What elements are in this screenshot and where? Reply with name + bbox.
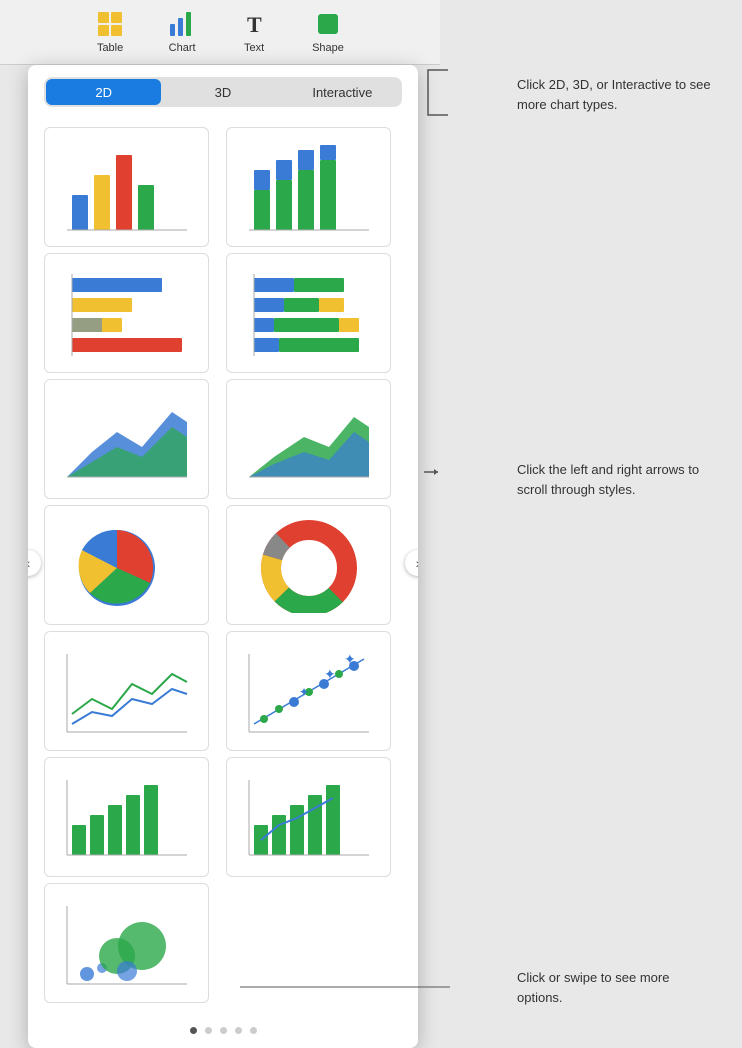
toolbar-chart[interactable]: Chart [156, 4, 208, 60]
bar-line-combo-icon [244, 770, 374, 865]
annotation-mid-text: Click the left and right arrows to scrol… [517, 460, 712, 499]
toolbar-table[interactable]: Table [84, 4, 136, 60]
line-chart-icon [62, 644, 192, 739]
shape-icon [314, 10, 342, 38]
dot-2[interactable] [205, 1027, 212, 1034]
dot-1[interactable] [190, 1027, 197, 1034]
toolbar-text[interactable]: T Text [228, 4, 280, 60]
toolbar-chart-label: Chart [169, 42, 196, 54]
stacked-bar-icon [244, 140, 374, 235]
donut-chart-icon [244, 518, 374, 613]
chart-line[interactable] [44, 631, 209, 751]
chart-donut[interactable] [226, 505, 391, 625]
toolbar-shape[interactable]: Shape [300, 4, 356, 60]
segment-3d[interactable]: 3D [165, 79, 280, 105]
chart-stacked-bar[interactable] [226, 127, 391, 247]
chart-type-grid: ✦ ✦ ✦ [28, 119, 418, 1019]
scatter-chart-icon: ✦ ✦ ✦ [244, 644, 374, 739]
mid-bracket [420, 460, 440, 485]
chart-bar-trend[interactable] [44, 757, 209, 877]
chart-bubble[interactable] [44, 883, 209, 1003]
svg-text:✦: ✦ [299, 685, 309, 699]
area-chart-icon [62, 392, 192, 487]
top-bracket [420, 65, 450, 120]
area-chart-2-icon [244, 392, 374, 487]
table-icon [96, 10, 124, 38]
svg-text:✦: ✦ [324, 666, 336, 682]
horizontal-bar-icon [62, 266, 192, 361]
dot-3[interactable] [220, 1027, 227, 1034]
annotation-bottom-text: Click or swipe to see more options. [517, 968, 712, 1007]
chart-type-segment: 2D 3D Interactive [44, 77, 402, 107]
vertical-bar-icon [62, 140, 192, 235]
chart-bar-line-combo[interactable] [226, 757, 391, 877]
chart-area-2[interactable] [226, 379, 391, 499]
toolbar-text-label: Text [244, 42, 264, 54]
chart-vertical-bar[interactable] [44, 127, 209, 247]
panel-inner: ‹ 2D 3D Interactive [28, 77, 418, 1048]
toolbar-table-label: Table [97, 42, 123, 54]
svg-text:✦: ✦ [344, 651, 356, 667]
dot-5[interactable] [250, 1027, 257, 1034]
stacked-horizontal-bar-icon [244, 266, 374, 361]
segment-2d[interactable]: 2D [46, 79, 161, 105]
pie-chart-icon [62, 518, 192, 613]
text-icon: T [240, 10, 268, 38]
bubble-chart-icon [62, 896, 192, 991]
annotation-top-text: Click 2D, 3D, or Interactive to see more… [517, 75, 712, 114]
toolbar: Table Chart T Text Shape [0, 0, 440, 65]
dot-4[interactable] [235, 1027, 242, 1034]
toolbar-shape-label: Shape [312, 42, 344, 54]
pagination-dots [28, 1019, 418, 1048]
svg-text:T: T [247, 12, 262, 37]
segment-interactive[interactable]: Interactive [285, 79, 400, 105]
chart-horizontal-bar[interactable] [44, 253, 209, 373]
chart-stacked-horizontal-bar[interactable] [226, 253, 391, 373]
bottom-line [240, 977, 540, 997]
chart-picker-panel: ‹ 2D 3D Interactive [28, 65, 418, 1048]
chart-pie[interactable] [44, 505, 209, 625]
chart-area[interactable] [44, 379, 209, 499]
chart-icon [168, 10, 196, 38]
bar-trend-icon [62, 770, 192, 865]
chart-scatter[interactable]: ✦ ✦ ✦ [226, 631, 391, 751]
